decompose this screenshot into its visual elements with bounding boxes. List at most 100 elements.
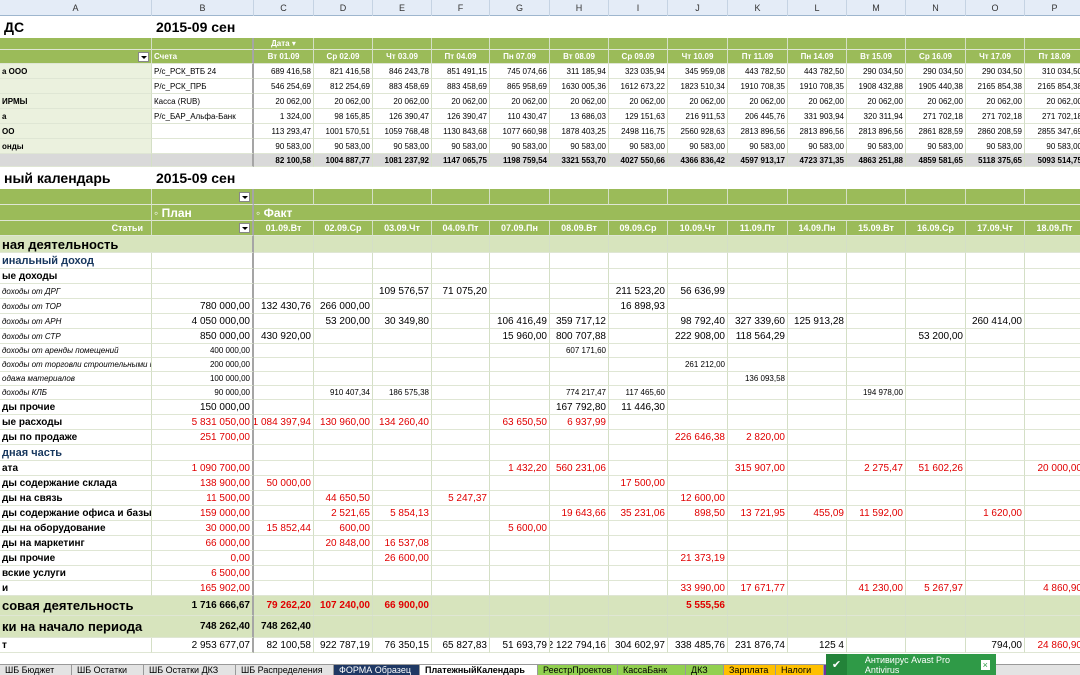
cell-I5[interactable]: 1612 673,22 [609, 79, 668, 94]
cell-B23[interactable]: 200 000,00 [152, 358, 254, 372]
cell-J35[interactable] [668, 536, 728, 551]
cell-M25[interactable]: 194 978,00 [847, 386, 906, 400]
sheet-tab[interactable]: ДКЗ [686, 665, 724, 675]
cell-F29[interactable] [432, 445, 490, 461]
cell-H40[interactable] [550, 616, 609, 638]
cell-J25[interactable] [668, 386, 728, 400]
cell-L20[interactable]: 125 913,28 [788, 314, 847, 329]
cell-J11[interactable] [668, 167, 728, 189]
cell-J18[interactable]: 56 636,99 [668, 284, 728, 299]
cell-P32[interactable] [1025, 491, 1080, 506]
cell-K7[interactable]: 206 445,76 [728, 109, 788, 124]
cell-L34[interactable] [788, 521, 847, 536]
cell-B29[interactable] [152, 445, 254, 461]
cell-H14[interactable]: 08.09.Вт [550, 221, 609, 236]
cell-M20[interactable] [847, 314, 906, 329]
cell-D14[interactable]: 02.09.Ср [314, 221, 373, 236]
cell-C1[interactable] [254, 16, 314, 38]
cell-K39[interactable] [728, 596, 788, 616]
cell-M34[interactable] [847, 521, 906, 536]
cell-L39[interactable] [788, 596, 847, 616]
cell-F25[interactable] [432, 386, 490, 400]
cell-N4[interactable]: 290 034,50 [906, 64, 966, 79]
cell-A29[interactable]: дная часть [0, 445, 152, 461]
cell-B10[interactable] [152, 154, 254, 167]
cell-B24[interactable]: 100 000,00 [152, 372, 254, 386]
cell-K21[interactable]: 118 564,29 [728, 329, 788, 344]
cell-E23[interactable] [373, 358, 432, 372]
cell-I35[interactable] [609, 536, 668, 551]
cell-N25[interactable] [906, 386, 966, 400]
cell-D38[interactable] [314, 581, 373, 596]
cell-H38[interactable] [550, 581, 609, 596]
cell-J41[interactable]: 338 485,76 [668, 638, 728, 653]
cell-D8[interactable]: 1001 570,51 [314, 124, 373, 139]
cell-F24[interactable] [432, 372, 490, 386]
cell-N13[interactable] [906, 205, 966, 221]
cell-B34[interactable]: 30 000,00 [152, 521, 254, 536]
column-header-M[interactable]: M [847, 0, 906, 16]
cell-J32[interactable]: 12 600,00 [668, 491, 728, 506]
cell-C6[interactable]: 20 062,00 [254, 94, 314, 109]
cell-P17[interactable] [1025, 269, 1080, 284]
cell-D41[interactable]: 922 787,19 [314, 638, 373, 653]
cell-C25[interactable] [254, 386, 314, 400]
cell-P29[interactable] [1025, 445, 1080, 461]
cell-P33[interactable] [1025, 506, 1080, 521]
cell-D27[interactable]: 130 960,00 [314, 415, 373, 430]
cell-E31[interactable] [373, 476, 432, 491]
cell-E32[interactable] [373, 491, 432, 506]
cell-P24[interactable] [1025, 372, 1080, 386]
cell-A5[interactable] [0, 79, 152, 94]
cell-B18[interactable] [152, 284, 254, 299]
column-header-K[interactable]: K [728, 0, 788, 16]
cell-D33[interactable]: 2 521,65 [314, 506, 373, 521]
cell-F27[interactable] [432, 415, 490, 430]
cell-I37[interactable] [609, 566, 668, 581]
cell-J3[interactable]: Чт 10.09 [668, 50, 728, 64]
cell-F6[interactable]: 20 062,00 [432, 94, 490, 109]
cell-D12[interactable] [314, 189, 373, 205]
cell-G41[interactable]: 51 693,79 [490, 638, 550, 653]
cell-E22[interactable] [373, 344, 432, 358]
cell-C8[interactable]: 113 293,47 [254, 124, 314, 139]
cell-J24[interactable] [668, 372, 728, 386]
cell-D36[interactable] [314, 551, 373, 566]
column-header-L[interactable]: L [788, 0, 847, 16]
cell-D31[interactable] [314, 476, 373, 491]
cell-M31[interactable] [847, 476, 906, 491]
cell-J22[interactable] [668, 344, 728, 358]
cell-N35[interactable] [906, 536, 966, 551]
cell-N24[interactable] [906, 372, 966, 386]
cell-F11[interactable] [432, 167, 490, 189]
cell-N29[interactable] [906, 445, 966, 461]
cell-L19[interactable] [788, 299, 847, 314]
cell-C17[interactable] [254, 269, 314, 284]
cell-A30[interactable]: ата [0, 461, 152, 476]
cell-L6[interactable]: 20 062,00 [788, 94, 847, 109]
cell-F31[interactable] [432, 476, 490, 491]
cell-A26[interactable]: ды прочие [0, 400, 152, 415]
cell-I7[interactable]: 129 151,63 [609, 109, 668, 124]
cell-H8[interactable]: 1878 403,25 [550, 124, 609, 139]
cell-L40[interactable] [788, 616, 847, 638]
cell-N37[interactable] [906, 566, 966, 581]
cell-G1[interactable] [490, 16, 550, 38]
filter-dropdown-icon[interactable] [138, 51, 149, 62]
column-header-C[interactable]: C [254, 0, 314, 16]
cell-J7[interactable]: 216 911,53 [668, 109, 728, 124]
cell-M36[interactable] [847, 551, 906, 566]
cell-I9[interactable]: 90 583,00 [609, 139, 668, 154]
cell-P5[interactable]: 2165 854,38 [1025, 79, 1080, 94]
cell-A33[interactable]: ды содержание офиса и базы [0, 506, 152, 521]
cell-M14[interactable]: 15.09.Вт [847, 221, 906, 236]
cell-C34[interactable]: 15 852,44 [254, 521, 314, 536]
cell-N14[interactable]: 16.09.Ср [906, 221, 966, 236]
cell-H7[interactable]: 13 686,03 [550, 109, 609, 124]
cell-K33[interactable]: 13 721,95 [728, 506, 788, 521]
cell-M11[interactable] [847, 167, 906, 189]
cell-A3[interactable] [0, 50, 152, 64]
cell-L33[interactable]: 455,09 [788, 506, 847, 521]
cell-J34[interactable] [668, 521, 728, 536]
cell-K1[interactable] [728, 16, 788, 38]
